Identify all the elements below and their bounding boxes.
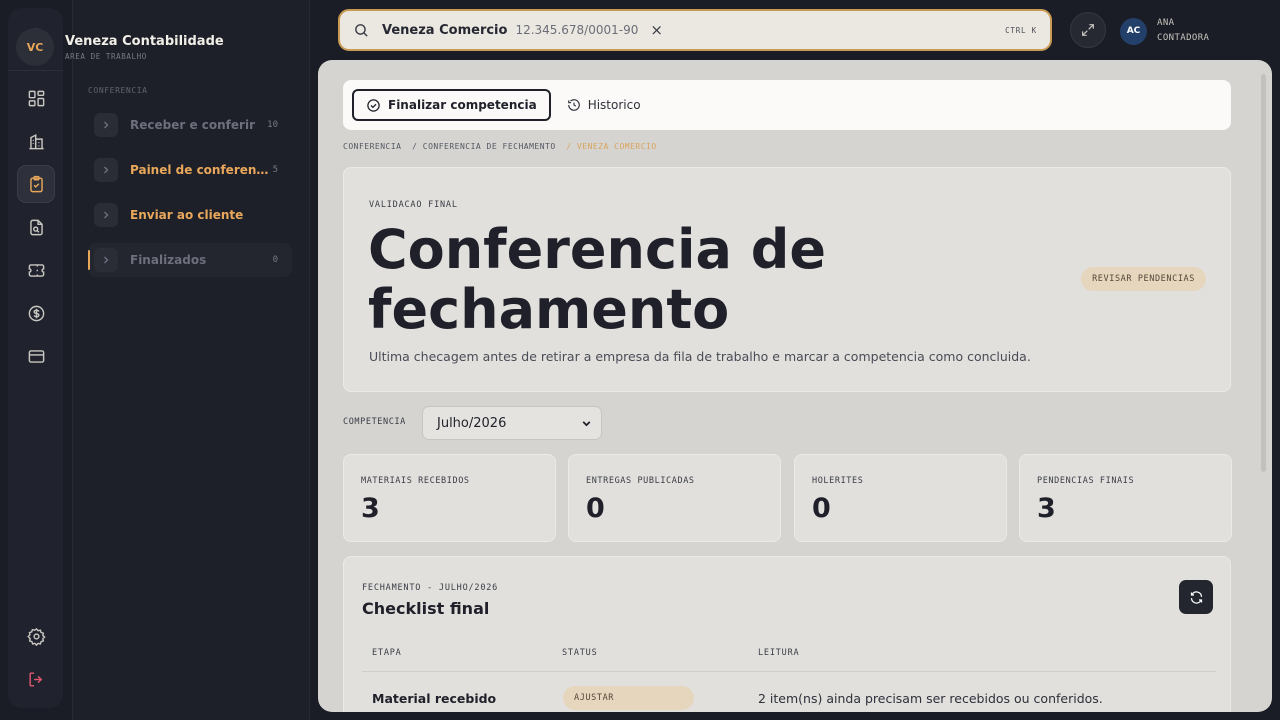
breadcrumb-item[interactable]: CONFERENCIA bbox=[343, 142, 401, 151]
chevron-right-icon bbox=[94, 158, 118, 182]
competencia-label: COMPETENCIA bbox=[343, 417, 406, 427]
finalize-label: Finalizar competencia bbox=[388, 98, 537, 112]
stat-card-pendencias: PENDENCIAS FINAIS 3 bbox=[1019, 454, 1232, 542]
refresh-icon bbox=[1190, 590, 1202, 604]
search-shortcut: CTRL K bbox=[1005, 25, 1037, 35]
workspace-avatar: VC bbox=[16, 28, 54, 66]
stat-label: ENTREGAS PUBLICADAS bbox=[586, 476, 695, 486]
scrollbar[interactable] bbox=[1261, 74, 1266, 472]
competencia-value: Julho/2026 bbox=[437, 415, 507, 431]
rail-conferencia[interactable] bbox=[17, 165, 55, 203]
stat-card-holerites: HOLERITES 0 bbox=[794, 454, 1007, 542]
rail-companies[interactable] bbox=[17, 122, 55, 160]
chevron-right-icon bbox=[94, 248, 118, 272]
avatar: AC bbox=[1120, 17, 1147, 45]
logout-icon bbox=[28, 671, 42, 687]
stat-value: 3 bbox=[361, 493, 380, 524]
stat-value: 0 bbox=[812, 493, 831, 524]
chevron-right-icon bbox=[94, 113, 118, 137]
page-title-line1: Conferencia de bbox=[368, 218, 827, 281]
settings-icon bbox=[26, 627, 46, 646]
page-title-line2: fechamento bbox=[368, 278, 730, 341]
sidebar-item-receber[interactable]: Receber e conferir 10 bbox=[88, 108, 292, 142]
user-name: ANA bbox=[1157, 18, 1175, 28]
icon-rail bbox=[8, 8, 63, 708]
user-role: CONTADORA bbox=[1157, 33, 1210, 43]
refresh-button[interactable] bbox=[1179, 580, 1213, 614]
page-title: Conferencia de fechamento bbox=[368, 220, 826, 340]
history-label: Historico bbox=[587, 98, 641, 112]
column-header-status: STATUS bbox=[562, 648, 598, 658]
history-icon bbox=[567, 99, 580, 111]
action-toolbar: Finalizar competencia Historico bbox=[343, 80, 1231, 130]
hero-description: Ultima checagem antes de retirar a empre… bbox=[369, 349, 1031, 364]
credit-card-icon bbox=[28, 349, 44, 363]
sidebar-item-count: 5 bbox=[272, 165, 278, 175]
building-icon bbox=[28, 133, 44, 149]
sidebar-item-count: 0 bbox=[272, 255, 278, 265]
stat-value: 3 bbox=[1037, 493, 1056, 524]
search-cnpj: 12.345.678/0001-90 bbox=[515, 23, 639, 37]
fullscreen-button[interactable] bbox=[1070, 12, 1106, 48]
rail-tickets[interactable] bbox=[17, 251, 55, 289]
stat-label: HOLERITES bbox=[812, 476, 864, 486]
column-header-leitura: LEITURA bbox=[758, 648, 800, 658]
file-scan-icon bbox=[29, 219, 43, 235]
stat-card-materiais: MATERIAIS RECEBIDOS 3 bbox=[343, 454, 556, 542]
sidebar-item-count: 10 bbox=[267, 120, 278, 130]
sidebar-section-label: CONFERENCIA bbox=[88, 86, 148, 95]
checklist-eyebrow: FECHAMENTO - JULHO/2026 bbox=[362, 583, 499, 593]
checklist-card: FECHAMENTO - JULHO/2026 Checklist final … bbox=[343, 556, 1231, 712]
workspace-name: Veneza Contabilidade bbox=[65, 33, 224, 49]
dashboard-icon bbox=[28, 90, 44, 106]
rail-documents[interactable] bbox=[17, 208, 55, 246]
competencia-select[interactable]: Julho/2026 bbox=[422, 406, 602, 440]
row-leitura: 2 item(ns) ainda precisam ser recebidos … bbox=[758, 691, 1103, 706]
search-icon bbox=[355, 23, 368, 37]
clear-search-icon[interactable]: × bbox=[650, 21, 663, 39]
sidebar-item-label: Painel de conferencia bbox=[130, 163, 273, 177]
rail-logout[interactable] bbox=[17, 660, 55, 698]
hero-eyebrow: VALIDACAO FINAL bbox=[369, 200, 458, 210]
sidebar-item-label: Finalizados bbox=[130, 253, 207, 267]
breadcrumb-item[interactable]: / CONFERENCIA DE FECHAMENTO bbox=[412, 142, 556, 151]
stat-value: 0 bbox=[586, 493, 605, 524]
sidebar-item-finalizados[interactable]: Finalizados 0 bbox=[88, 243, 292, 277]
workspace-switcher[interactable]: VC Veneza Contabilidade AREA DE TRABALHO bbox=[16, 28, 224, 66]
breadcrumb-current: / VENEZA COMERCIO bbox=[566, 142, 657, 151]
ticket-icon bbox=[28, 263, 44, 277]
stat-card-entregas: ENTREGAS PUBLICADAS 0 bbox=[568, 454, 781, 542]
main-panel: Finalizar competencia Historico CONFEREN… bbox=[318, 60, 1272, 712]
column-header-etapa: ETAPA bbox=[372, 648, 402, 658]
workspace-subtitle: AREA DE TRABALHO bbox=[65, 51, 147, 61]
rail-dashboard[interactable] bbox=[17, 79, 55, 117]
rail-finance[interactable] bbox=[17, 294, 55, 332]
search-query: Veneza Comercio bbox=[382, 22, 508, 38]
company-search[interactable]: Veneza Comercio 12.345.678/0001-90 × CTR… bbox=[338, 9, 1052, 51]
chevron-down-icon bbox=[582, 420, 591, 426]
user-menu[interactable]: AC ANA CONTADORA bbox=[1120, 16, 1209, 46]
dollar-icon bbox=[28, 305, 44, 321]
history-button[interactable]: Historico bbox=[567, 98, 641, 112]
rail-settings[interactable] bbox=[17, 617, 55, 655]
status-badge: REVISAR PENDENCIAS bbox=[1081, 267, 1206, 291]
chevron-right-icon bbox=[94, 203, 118, 227]
status-badge: AJUSTAR bbox=[563, 686, 694, 710]
finalize-competencia-button[interactable]: Finalizar competencia bbox=[352, 89, 551, 121]
clipboard-check-icon bbox=[29, 175, 43, 192]
breadcrumb: CONFERENCIA / CONFERENCIA DE FECHAMENTO … bbox=[343, 142, 657, 151]
check-circle-icon bbox=[367, 98, 380, 112]
expand-icon bbox=[1082, 24, 1094, 36]
stat-label: MATERIAIS RECEBIDOS bbox=[361, 476, 470, 486]
hero-card: VALIDACAO FINAL Conferencia de fechamento… bbox=[343, 167, 1231, 392]
checklist-title: Checklist final bbox=[362, 599, 490, 618]
sidebar-item-label: Receber e conferir bbox=[130, 118, 255, 132]
sidebar-item-label: Enviar ao cliente bbox=[130, 208, 244, 222]
row-etapa: Material recebido bbox=[372, 691, 497, 706]
stat-label: PENDENCIAS FINAIS bbox=[1037, 476, 1135, 486]
table-divider bbox=[362, 671, 1216, 672]
sidebar-item-painel[interactable]: Painel de conferencia 5 bbox=[88, 153, 292, 187]
rail-billing[interactable] bbox=[17, 337, 55, 375]
sidebar-item-enviar[interactable]: Enviar ao cliente bbox=[88, 198, 292, 232]
